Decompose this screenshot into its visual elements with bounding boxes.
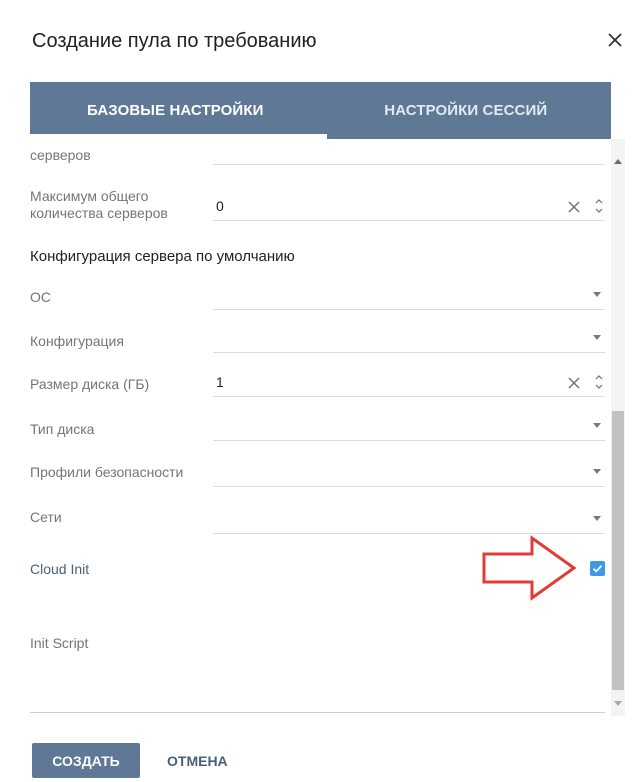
disk-size-input[interactable]: 1: [213, 367, 605, 397]
networks-label: Сети: [30, 509, 62, 525]
configuration-select[interactable]: [213, 323, 605, 353]
max-servers-label-line2: количества серверов: [30, 205, 168, 221]
max-servers-value: 0: [216, 198, 224, 214]
stepper-icon[interactable]: [595, 195, 603, 217]
create-pool-dialog: Создание пула по требованию БАЗОВЫЕ НАСТ…: [0, 0, 640, 782]
disk-type-select[interactable]: [213, 411, 605, 441]
max-servers-input[interactable]: 0: [213, 191, 605, 221]
clear-icon[interactable]: [567, 200, 581, 214]
os-label: ОС: [30, 289, 51, 305]
disk-type-label: Тип диска: [30, 421, 95, 437]
checkmark-icon: [592, 564, 603, 573]
chevron-down-icon: [593, 335, 601, 340]
tab-session-settings[interactable]: НАСТРОЙКИ СЕССИЙ: [321, 82, 612, 139]
security-profiles-label: Профили безопасности: [30, 464, 184, 480]
cancel-button[interactable]: ОТМЕНА: [167, 743, 228, 778]
scroll-up-icon[interactable]: [614, 159, 622, 164]
max-servers-label-line1: Максимум общего: [30, 188, 149, 204]
os-select[interactable]: [213, 280, 605, 310]
chevron-down-icon: [593, 516, 601, 521]
create-button[interactable]: СОЗДАТЬ: [32, 743, 140, 778]
configuration-label: Конфигурация: [30, 333, 124, 349]
dialog-header: Создание пула по требованию: [0, 0, 640, 82]
cloud-init-label: Cloud Init: [30, 561, 90, 577]
partial-field-input[interactable]: [213, 139, 605, 165]
clear-icon[interactable]: [567, 376, 581, 390]
tab-basic-settings[interactable]: БАЗОВЫЕ НАСТРОЙКИ: [30, 82, 321, 139]
scrollbar[interactable]: [611, 139, 625, 716]
init-script-textarea[interactable]: [30, 627, 605, 713]
scrollbar-thumb[interactable]: [612, 411, 624, 690]
dialog-title: Создание пула по требованию: [32, 30, 317, 52]
default-config-heading: Конфигурация сервера по умолчанию: [30, 248, 295, 265]
partial-field-label: серверов: [30, 147, 91, 163]
security-profiles-select[interactable]: [213, 457, 605, 487]
chevron-down-icon: [593, 469, 601, 474]
close-icon[interactable]: [603, 28, 627, 52]
networks-select[interactable]: [213, 504, 605, 534]
cloud-init-checkbox[interactable]: [590, 561, 605, 576]
scroll-down-icon[interactable]: [614, 701, 622, 706]
disk-size-value: 1: [216, 374, 224, 390]
form-scroll-area: серверов Максимум общего количества серв…: [30, 139, 625, 716]
annotation-arrow-icon: [482, 535, 577, 601]
disk-size-label: Размер диска (ГБ): [30, 376, 150, 392]
chevron-down-icon: [593, 423, 601, 428]
stepper-icon[interactable]: [595, 371, 603, 393]
tab-bar: БАЗОВЫЕ НАСТРОЙКИ НАСТРОЙКИ СЕССИЙ: [30, 82, 611, 139]
chevron-down-icon: [593, 292, 601, 297]
